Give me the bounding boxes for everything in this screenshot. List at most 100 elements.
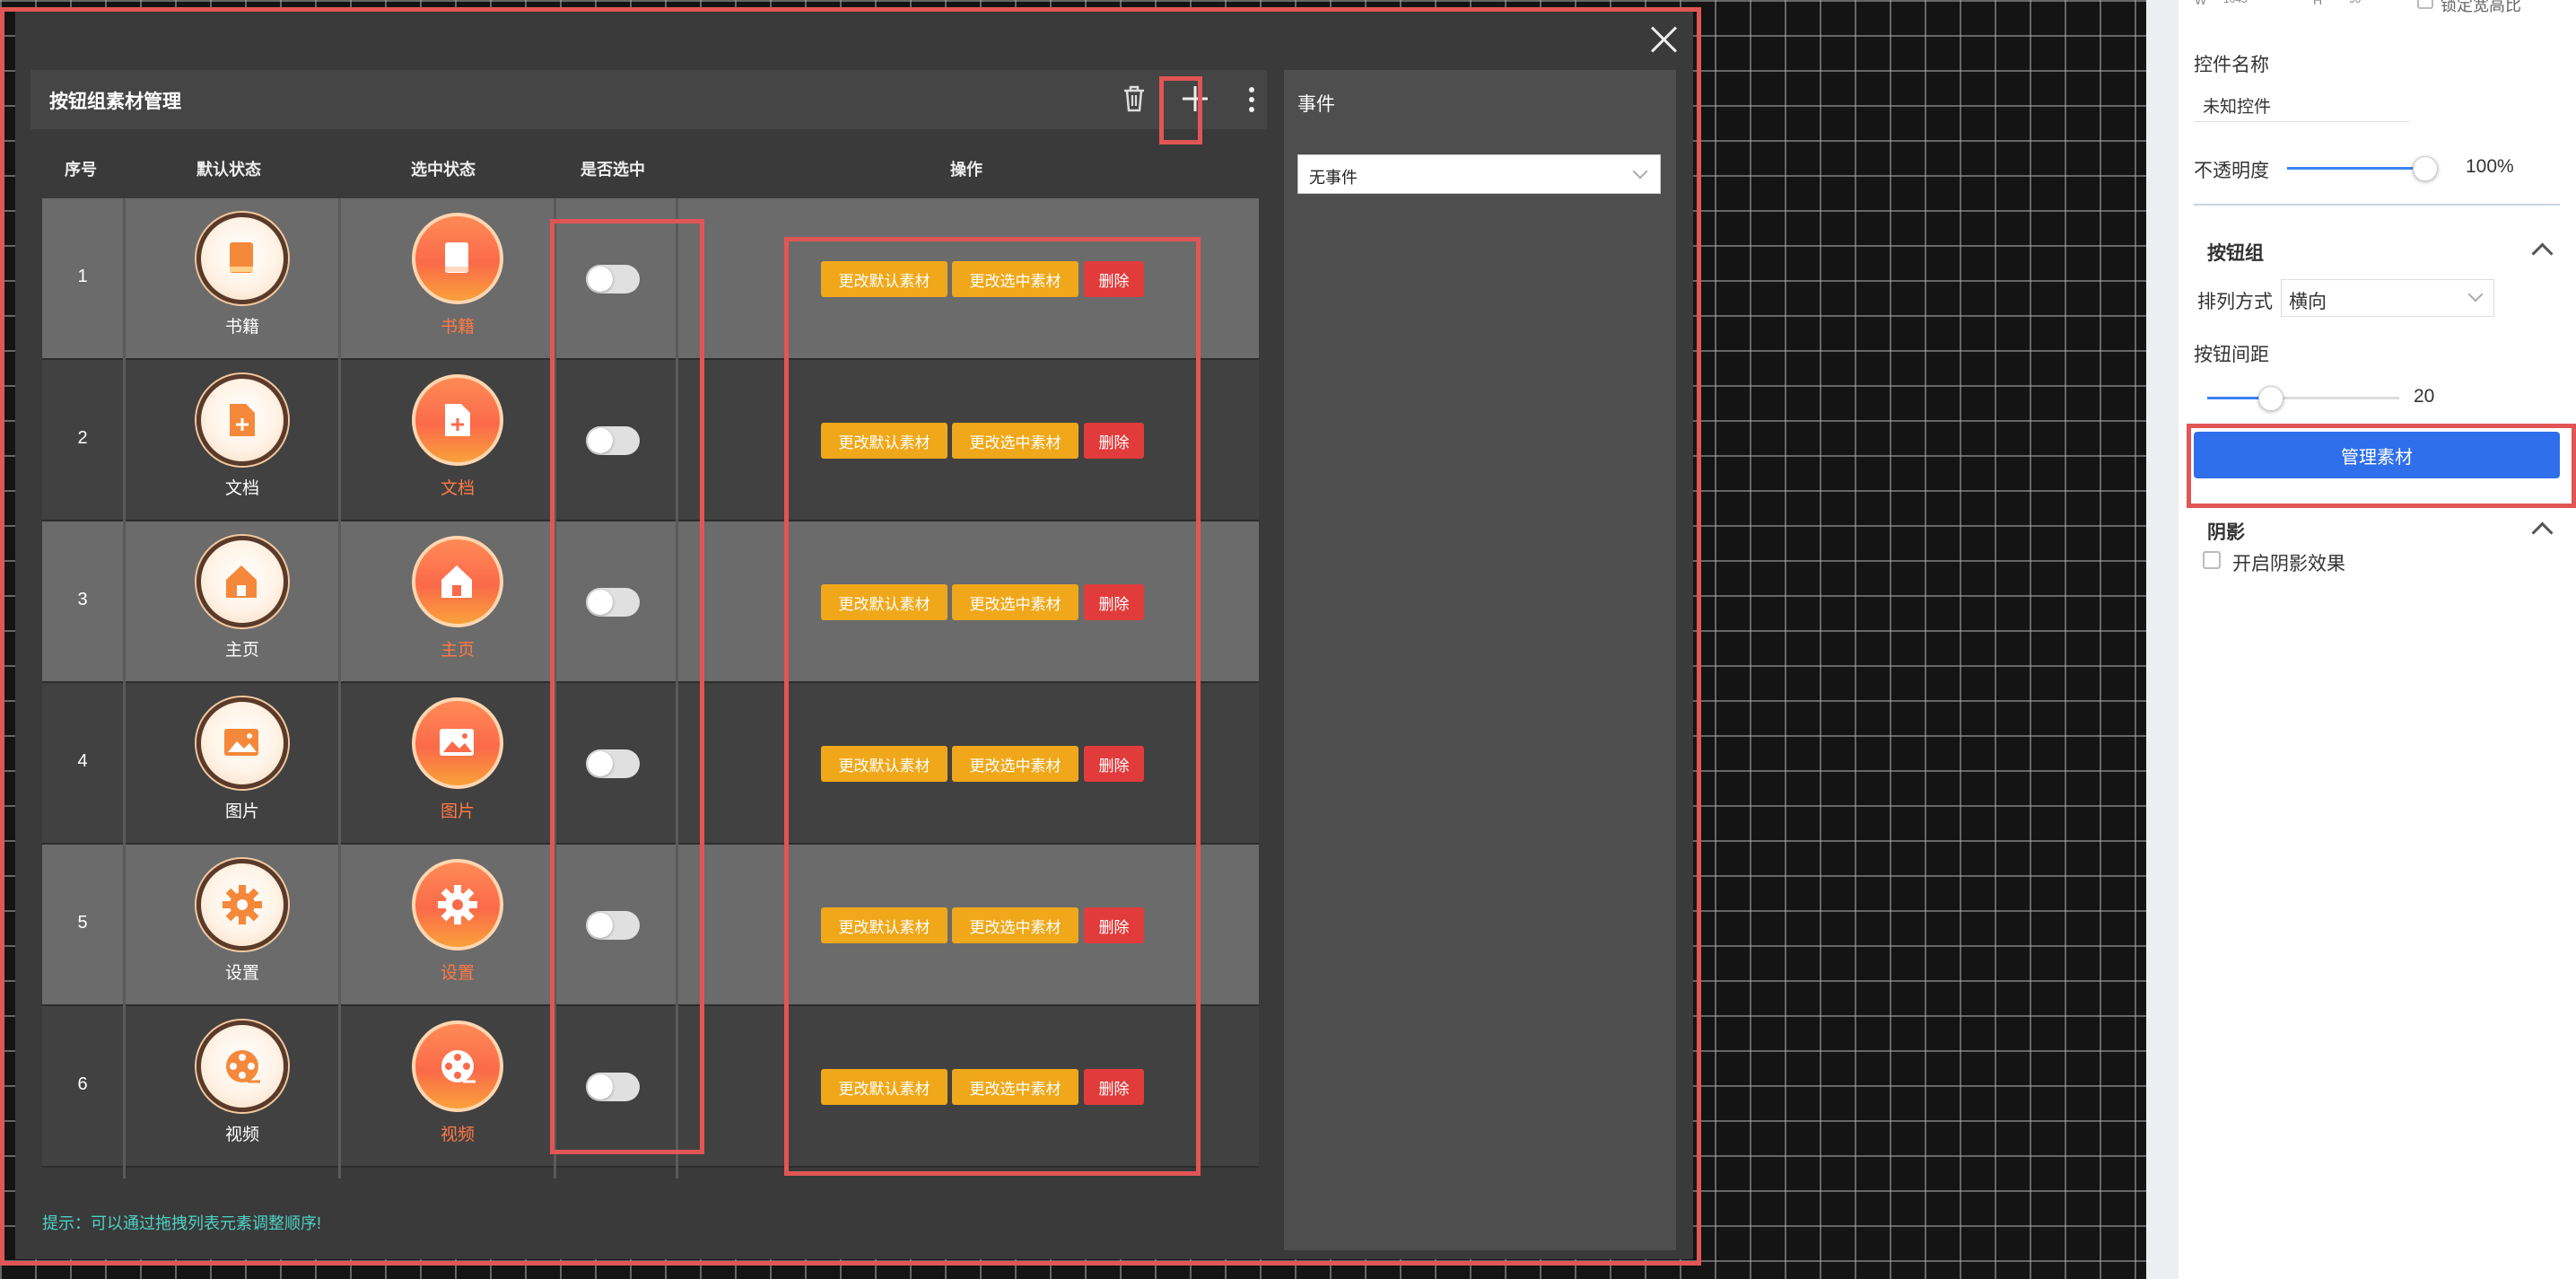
default-state-thumbnail [196,1021,288,1112]
document-add-icon [445,404,470,436]
events-panel: 事件 无事件 [1284,70,1676,1250]
table-row[interactable]: 5 设置 设置 更改默认素材 更改选中素材 删除 [42,845,1259,1006]
name-input-underline [2194,121,2409,122]
event-select[interactable]: 无事件 [1297,154,1661,194]
control-name-input[interactable]: 未知控件 [2203,93,2271,118]
change-selected-asset-button[interactable]: 更改选中素材 [952,907,1078,943]
selected-state-label: 设置 [440,964,475,983]
selected-toggle[interactable] [586,749,640,778]
default-state-label: 主页 [224,641,259,660]
height-label: H [2313,0,2323,7]
lock-ratio-checkbox[interactable] [2417,0,2433,9]
default-state-thumbnail [196,536,288,627]
width-value[interactable]: 1045 [2223,0,2248,5]
selected-toggle[interactable] [586,1073,640,1101]
delete-button[interactable]: 删除 [1084,1069,1144,1105]
change-default-asset-button[interactable]: 更改默认素材 [821,584,947,620]
close-icon[interactable] [1648,24,1679,55]
asset-manager-modal: 按钮组素材管理 序号 默认状态 选中状态 是否选中 操作 1 书籍 书籍 更改默认素材… [15,12,1693,1259]
book-icon [230,242,253,273]
drag-hint: 提示：可以通过拖拽列表元素调整顺序! [42,1214,321,1232]
width-label: W [2195,0,2207,7]
change-default-asset-button[interactable]: 更改默认素材 [821,261,947,297]
change-selected-asset-button[interactable]: 更改选中素材 [952,423,1078,459]
column-header-selected: 选中状态 [411,161,476,179]
opacity-slider-fill [2287,167,2419,170]
change-default-asset-button[interactable]: 更改默认素材 [821,746,947,782]
selected-state-thumbnail [412,697,503,789]
delete-button[interactable]: 删除 [1084,584,1144,620]
chevron-down-icon [2467,286,2484,302]
lock-ratio-label: 锁定宽高比 [2441,0,2521,14]
table-row[interactable]: 2 文档 文档 更改默认素材 更改选中素材 删除 [42,360,1259,521]
row-index: 1 [77,267,88,286]
column-header-index: 序号 [65,161,97,179]
delete-button[interactable]: 删除 [1084,907,1144,943]
delete-button[interactable]: 删除 [1084,746,1144,782]
manager-header: 按钮组素材管理 [31,70,1267,129]
spacing-label: 按钮间距 [2194,345,2269,365]
book-icon [445,242,468,273]
delete-button[interactable]: 删除 [1084,423,1144,459]
row-index: 6 [77,1074,88,1094]
selected-state-label: 主页 [440,641,475,660]
table-row[interactable]: 1 书籍 书籍 更改默认素材 更改选中素材 删除 [42,198,1259,360]
change-selected-asset-button[interactable]: 更改选中素材 [952,261,1078,297]
row-index: 2 [77,428,88,448]
change-default-asset-button[interactable]: 更改默认素材 [821,907,947,943]
selected-toggle[interactable] [586,911,640,940]
image-icon [224,729,258,756]
default-state-label: 文档 [224,479,259,498]
opacity-label: 不透明度 [2194,161,2269,181]
change-default-asset-button[interactable]: 更改默认素材 [821,423,947,459]
shadow-checkbox[interactable] [2203,551,2221,569]
home-icon [441,565,472,598]
change-selected-asset-button[interactable]: 更改选中素材 [952,746,1078,782]
default-state-label: 视频 [224,1126,259,1144]
default-state-label: 书籍 [224,318,259,337]
change-default-asset-button[interactable]: 更改默认素材 [821,1069,947,1105]
selected-toggle[interactable] [586,426,640,455]
selected-state-thumbnail [412,859,503,950]
table-row[interactable]: 4 图片 图片 更改默认素材 更改选中素材 删除 [42,683,1259,845]
button-group-section-title: 按钮组 [2207,243,2264,264]
trash-icon[interactable] [1122,84,1147,113]
gear-icon [438,885,477,924]
selected-toggle[interactable] [586,265,640,293]
change-selected-asset-button[interactable]: 更改选中素材 [952,584,1078,620]
default-state-thumbnail [196,374,288,466]
opacity-value: 100% [2466,156,2514,177]
add-icon[interactable] [1180,83,1210,114]
default-state-thumbnail [196,213,288,304]
control-name-label: 控件名称 [2194,55,2269,75]
selected-state-label: 视频 [440,1126,475,1144]
panel-divider [2146,0,2179,1279]
column-divider [554,198,556,1178]
default-state-thumbnail [196,697,288,789]
spacing-value: 20 [2414,386,2435,407]
spacing-slider-knob[interactable] [2258,386,2283,411]
change-selected-asset-button[interactable]: 更改选中素材 [952,1069,1078,1105]
more-vertical-icon[interactable] [1248,86,1255,113]
delete-button[interactable]: 删除 [1084,261,1144,297]
column-divider [676,198,678,1178]
selected-state-thumbnail [412,536,503,627]
shadow-section-title: 阴影 [2207,522,2245,543]
arrange-select[interactable]: 横向 [2281,279,2494,317]
selected-state-label: 文档 [440,479,475,498]
column-divider [338,198,341,1178]
table-row[interactable]: 6 视频 视频 更改默认素材 更改选中素材 删除 [42,1006,1259,1168]
selected-state-thumbnail [412,374,503,466]
image-icon [440,729,474,756]
manager-title: 按钮组素材管理 [49,92,181,112]
collapse-chevron-icon[interactable] [2531,242,2554,265]
selected-toggle[interactable] [586,588,640,617]
gear-icon [223,885,262,924]
arrange-label: 排列方式 [2197,292,2273,312]
manage-assets-button[interactable]: 管理素材 [2194,432,2560,478]
collapse-chevron-icon[interactable] [2531,521,2554,544]
height-value[interactable]: 90 [2349,0,2361,5]
selected-state-label: 图片 [440,802,475,821]
opacity-slider-knob[interactable] [2413,156,2438,181]
table-row[interactable]: 3 主页 主页 更改默认素材 更改选中素材 删除 [42,521,1259,683]
